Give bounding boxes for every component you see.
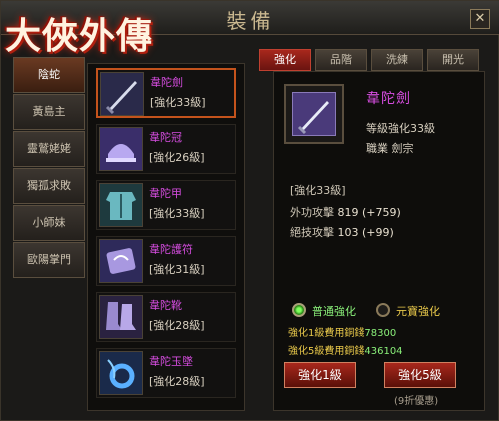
sword-icon bbox=[293, 93, 335, 135]
equipment-item-armor[interactable]: 韋陀甲 [強化33級] bbox=[96, 180, 236, 230]
cost-line-5: 強化5級費用銅錢436104 bbox=[288, 342, 403, 357]
pendant-icon bbox=[99, 351, 143, 395]
cost-amount: 436104 bbox=[364, 346, 403, 357]
cost-line-1: 強化1級費用銅錢78300 bbox=[288, 324, 396, 339]
equipment-level: [強化33級] bbox=[150, 96, 206, 109]
character-tab-3[interactable]: 獨孤求敗 bbox=[13, 168, 85, 204]
character-tab-2[interactable]: 靈鷲姥姥 bbox=[13, 131, 85, 167]
equipment-item-boots[interactable]: 韋陀靴 [強化28級] bbox=[96, 292, 236, 342]
enhance-level: [強化33級] bbox=[290, 184, 346, 197]
enhance-5-button[interactable]: 強化5級 bbox=[384, 362, 456, 388]
radio-label: 普通強化 bbox=[312, 305, 356, 318]
stat-label: 外功攻擊 bbox=[290, 206, 334, 219]
cost-amount: 78300 bbox=[364, 328, 397, 339]
equipment-name: 韋陀劍 bbox=[150, 76, 183, 89]
stat-bonus: (+759) bbox=[362, 206, 401, 219]
equipment-item-pendant[interactable]: 韋陀玉墜 [強化28級] bbox=[96, 348, 236, 398]
equipment-item-amulet[interactable]: 韋陀護符 [強化31級] bbox=[96, 236, 236, 286]
character-tab-4[interactable]: 小師妹 bbox=[13, 205, 85, 241]
cost-prefix: 強化5級費用銅錢 bbox=[288, 346, 365, 357]
equipment-name: 韋陀甲 bbox=[149, 187, 182, 200]
item-name: 韋陀劍 bbox=[366, 91, 411, 107]
stat-label: 絕技攻擊 bbox=[290, 226, 334, 239]
selected-item-icon bbox=[284, 84, 344, 144]
tab-grade[interactable]: 品階 bbox=[315, 49, 367, 71]
game-logo: 大俠外傳 bbox=[5, 7, 191, 67]
radio-dot bbox=[376, 303, 390, 317]
character-tab-5[interactable]: 歐陽掌門 bbox=[13, 242, 85, 278]
item-level-line: 等級強化33級 bbox=[366, 122, 435, 135]
enhance-panel: 韋陀劍 等級強化33級 職業 劍宗 [強化33級] 外功攻擊 819 (+759… bbox=[273, 71, 485, 411]
stat-value: 103 bbox=[337, 226, 359, 239]
cost-prefix: 強化1級費用銅錢 bbox=[288, 328, 365, 339]
equipment-list: 韋陀劍 [強化33級] 韋陀冠 [強化26級] 韋陀甲 [強化33級] 韋陀護符… bbox=[87, 63, 245, 411]
helmet-icon bbox=[99, 127, 143, 171]
tab-refine[interactable]: 洗練 bbox=[371, 49, 423, 71]
tab-enhance[interactable]: 強化 bbox=[259, 49, 311, 71]
equipment-item-sword[interactable]: 韋陀劍 [強化33級] bbox=[96, 68, 236, 118]
close-button[interactable]: ✕ bbox=[470, 9, 490, 29]
enhance-1-button[interactable]: 強化1級 bbox=[284, 362, 356, 388]
boots-icon bbox=[99, 295, 143, 339]
equipment-window: 裝備 ✕ 大俠外傳 陰蛇 黃島主 靈鷲姥姥 獨孤求敗 小師妹 歐陽掌門 韋陀劍 … bbox=[0, 0, 499, 421]
equipment-level: [強化28級] bbox=[149, 319, 205, 332]
item-job-line: 職業 劍宗 bbox=[366, 142, 414, 155]
discount-note: (9折優惠) bbox=[394, 396, 439, 407]
stat-bonus: (+99) bbox=[362, 226, 394, 239]
equipment-level: [強化31級] bbox=[149, 263, 205, 276]
equipment-name: 韋陀冠 bbox=[149, 131, 182, 144]
radio-dot bbox=[292, 303, 306, 317]
character-list: 陰蛇 黃島主 靈鷲姥姥 獨孤求敗 小師妹 歐陽掌門 bbox=[13, 57, 85, 281]
equipment-level: [強化26級] bbox=[149, 151, 205, 164]
tab-consecrate[interactable]: 開光 bbox=[427, 49, 479, 71]
stat-row: 外功攻擊 819 (+759) bbox=[290, 204, 401, 220]
equipment-level: [強化28級] bbox=[149, 375, 205, 388]
amulet-icon bbox=[99, 239, 143, 283]
radio-label: 元寶強化 bbox=[396, 305, 440, 318]
logo-text: 大俠外傳 bbox=[5, 15, 154, 57]
stat-value: 819 bbox=[337, 206, 359, 219]
equipment-name: 韋陀玉墜 bbox=[149, 355, 193, 368]
character-tab-1[interactable]: 黃島主 bbox=[13, 94, 85, 130]
equipment-item-helmet[interactable]: 韋陀冠 [強化26級] bbox=[96, 124, 236, 174]
equipment-name: 韋陀靴 bbox=[149, 299, 182, 312]
equipment-level: [強化33級] bbox=[149, 207, 205, 220]
stat-row: 絕技攻擊 103 (+99) bbox=[290, 224, 394, 240]
armor-icon bbox=[99, 183, 143, 227]
sword-icon bbox=[100, 72, 144, 116]
equipment-name: 韋陀護符 bbox=[149, 243, 193, 256]
